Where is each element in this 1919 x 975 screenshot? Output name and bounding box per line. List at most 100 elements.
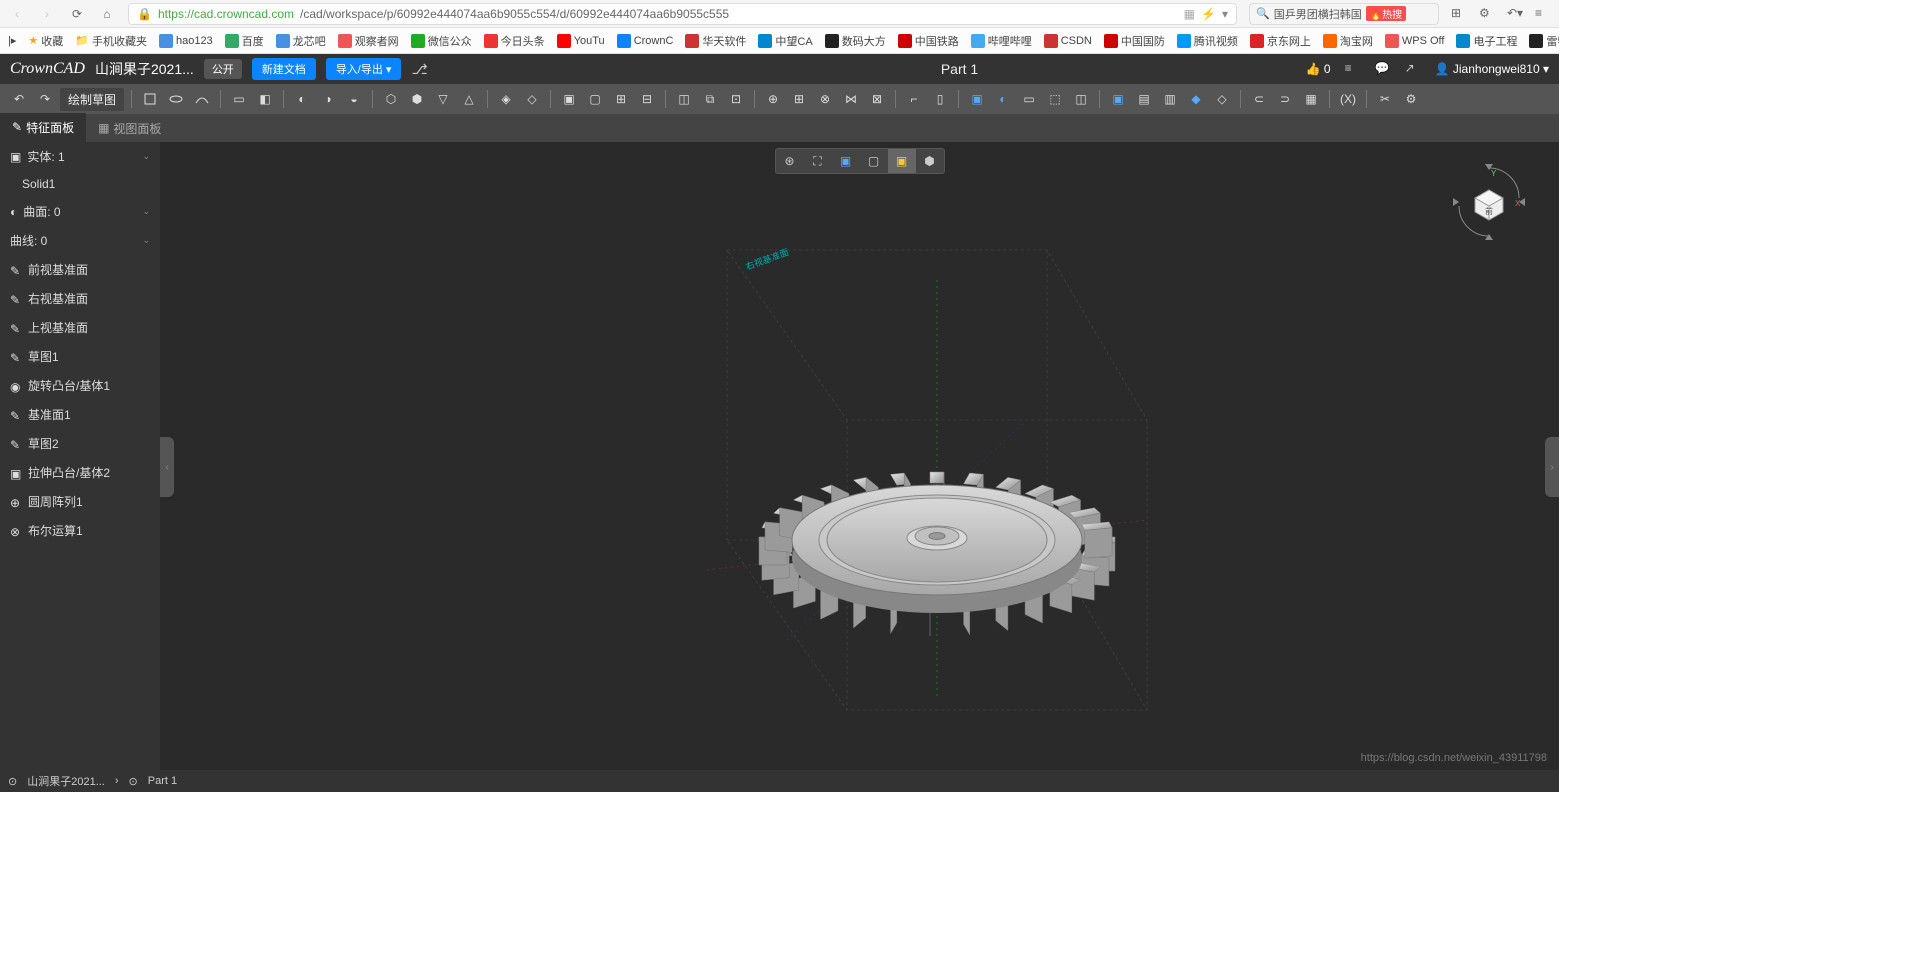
feature-item[interactable]: ✎草图1 (0, 342, 160, 371)
view-cube[interactable]: 前 Y X (1449, 162, 1529, 242)
tool-icon[interactable]: ◇ (521, 88, 543, 110)
home-button[interactable]: ⌂ (98, 5, 116, 23)
feature-item[interactable]: ▣拉伸凸台/基体2 (0, 458, 160, 487)
tool-icon[interactable]: ◐ (291, 88, 313, 110)
solid-group[interactable]: ▣实体: 1⌄ (0, 142, 160, 171)
tool-icon[interactable]: ⬢ (406, 88, 428, 110)
view-shade-icon[interactable]: ▣ (832, 149, 860, 173)
tool-icon[interactable]: ⬚ (1044, 88, 1066, 110)
tool-icon[interactable]: ⚙ (1400, 88, 1422, 110)
tool-icon[interactable]: ◫ (673, 88, 695, 110)
menu-icon[interactable]: ≡ (1535, 6, 1551, 22)
3d-viewport[interactable]: ⊛ ⛶ ▣ ▢ ▣ ⬢ 右视基准面 (160, 142, 1559, 792)
feature-item[interactable]: ✎上视基准面 (0, 313, 160, 342)
status-part-icon[interactable]: ⊙ (129, 775, 138, 788)
chat-icon[interactable]: 💬 (1375, 61, 1391, 77)
tool-icon[interactable]: ◆ (1185, 88, 1207, 110)
settings-icon[interactable]: ⚙ (1479, 6, 1495, 22)
bookmark-item[interactable]: 百度 (225, 33, 264, 49)
forward-button[interactable]: › (38, 5, 56, 23)
feature-item[interactable]: ✎右视基准面 (0, 284, 160, 313)
bookmark-item[interactable]: 电子工程 (1456, 33, 1517, 49)
view-reset-icon[interactable]: ⊛ (776, 149, 804, 173)
public-badge[interactable]: 公开 (204, 59, 242, 79)
tool-icon[interactable]: ⊗ (814, 88, 836, 110)
bookmark-item[interactable]: ★收藏 (28, 33, 63, 49)
tool-icon[interactable]: ▣ (558, 88, 580, 110)
extrude-icon[interactable] (139, 88, 161, 110)
user-menu[interactable]: 👤 Jianhongwei810 ▾ (1435, 62, 1549, 76)
tool-icon[interactable]: ⊡ (725, 88, 747, 110)
breadcrumb-doc[interactable]: 山涧果子2021... (27, 773, 105, 789)
tool-icon[interactable]: ◑ (317, 88, 339, 110)
revolve-icon[interactable] (165, 88, 187, 110)
dropdown-icon[interactable]: ▾ (1222, 7, 1228, 21)
bookmark-item[interactable]: 腾讯视频 (1177, 33, 1238, 49)
status-home-icon[interactable]: ⊙ (8, 775, 17, 788)
tool-icon[interactable]: ▣ (1107, 88, 1129, 110)
feature-item[interactable]: ✎前视基准面 (0, 255, 160, 284)
redo-icon[interactable]: ↷ (34, 88, 56, 110)
bookmark-item[interactable]: 龙芯吧 (276, 33, 326, 49)
bookmark-item[interactable]: 📁手机收藏夹 (75, 33, 147, 49)
tool-icon[interactable]: ◒ (343, 88, 365, 110)
browser-search[interactable]: 🔍 国乒男团横扫韩国 🔥热搜 (1249, 3, 1439, 25)
tool-icon[interactable]: ◧ (254, 88, 276, 110)
collapse-sidebar-right[interactable]: › (1545, 437, 1559, 497)
bookmark-item[interactable]: 京东网上 (1250, 33, 1311, 49)
tool-icon[interactable]: ⌐ (903, 88, 925, 110)
feature-item[interactable]: ⊕圆周阵列1 (0, 487, 160, 516)
apps-icon[interactable]: ⊞ (1451, 6, 1467, 22)
tool-icon[interactable]: ✂ (1374, 88, 1396, 110)
bookmark-item[interactable]: YouTu (557, 34, 605, 48)
restore-icon[interactable]: ↶▾ (1507, 6, 1523, 22)
tool-icon[interactable]: ◈ (495, 88, 517, 110)
bookmark-item[interactable]: 今日头条 (484, 33, 545, 49)
bookmark-item[interactable]: 中国铁路 (898, 33, 959, 49)
view-iso-icon[interactable]: ⬢ (916, 149, 944, 173)
tool-icon[interactable]: ⧉ (699, 88, 721, 110)
bookmark-item[interactable]: CSDN (1044, 34, 1092, 48)
breadcrumb-part[interactable]: Part 1 (148, 775, 177, 787)
tool-icon[interactable]: ⬡ (380, 88, 402, 110)
branch-icon[interactable]: ⎇ (411, 61, 427, 78)
document-title[interactable]: 山涧果子2021... (95, 59, 194, 79)
solid-item[interactable]: Solid1 (0, 171, 160, 197)
tool-icon[interactable]: ⊟ (636, 88, 658, 110)
draw-sketch-button[interactable]: 绘制草图 (60, 88, 124, 111)
tool-icon[interactable]: ⊕ (762, 88, 784, 110)
view-show-icon[interactable]: ▣ (888, 149, 916, 173)
view-fit-icon[interactable]: ⛶ (804, 149, 832, 173)
tool-icon[interactable]: ▢ (584, 88, 606, 110)
bookmark-item[interactable]: WPS Off (1385, 34, 1445, 48)
feature-item[interactable]: ◉旋转凸台/基体1 (0, 371, 160, 400)
new-document-button[interactable]: 新建文档 (252, 58, 316, 80)
tool-icon[interactable]: ▦ (1300, 88, 1322, 110)
tool-icon[interactable]: ▽ (432, 88, 454, 110)
bookmark-item[interactable]: 哔哩哔哩 (971, 33, 1032, 49)
tool-icon[interactable]: ◐ (992, 88, 1014, 110)
tool-icon[interactable]: ⊞ (610, 88, 632, 110)
tool-icon[interactable]: ▭ (1018, 88, 1040, 110)
share-icon[interactable]: ↗ (1405, 61, 1421, 77)
tool-icon[interactable]: ▥ (1159, 88, 1181, 110)
tool-icon[interactable]: ▯ (929, 88, 951, 110)
bookmark-item[interactable]: 数码大方 (825, 33, 886, 49)
tool-icon[interactable]: ⊠ (866, 88, 888, 110)
tool-icon[interactable]: ⊞ (788, 88, 810, 110)
feature-item[interactable]: ✎基准面1 (0, 400, 160, 429)
curve-group[interactable]: 曲线: 0⌄ (0, 226, 160, 255)
bookmark-item[interactable]: 中望CA (758, 33, 812, 49)
import-export-button[interactable]: 导入/导出 ▾ (326, 58, 402, 80)
qr-icon[interactable]: ▦ (1184, 7, 1195, 21)
feature-item[interactable]: ⊗布尔运算1 (0, 516, 160, 545)
undo-icon[interactable]: ↶ (8, 88, 30, 110)
flash-icon[interactable]: ⚡ (1201, 7, 1216, 21)
collapse-sidebar-left[interactable]: ‹ (160, 437, 174, 497)
feature-panel-tab[interactable]: ✎ 特征面板 (0, 113, 86, 144)
surface-group[interactable]: ◐曲面: 0⌄ (0, 197, 160, 226)
like-button[interactable]: 👍 0 (1306, 62, 1331, 76)
bookmark-item[interactable]: 华天软件 (685, 33, 746, 49)
tool-icon[interactable]: ⋈ (840, 88, 862, 110)
reload-button[interactable]: ⟳ (68, 5, 86, 23)
